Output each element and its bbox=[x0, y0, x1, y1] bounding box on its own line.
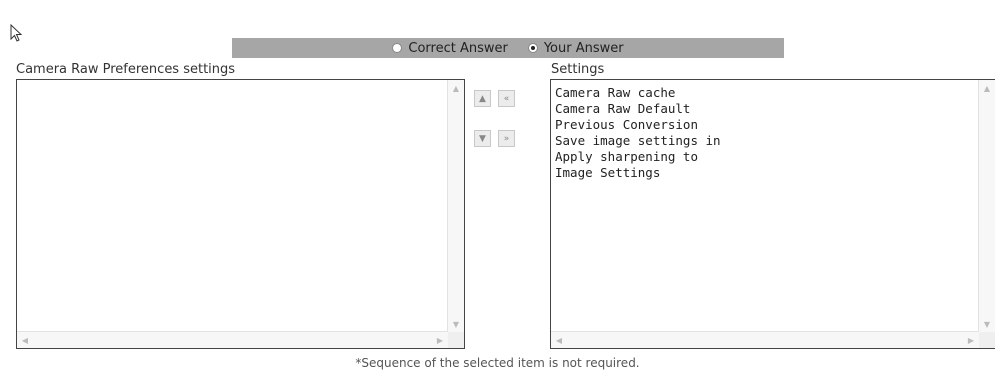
move-all-right-button[interactable]: » bbox=[498, 130, 515, 147]
scroll-down-icon[interactable]: ▼ bbox=[449, 317, 463, 331]
right-scroll-corner bbox=[979, 332, 995, 348]
footnote-text: *Sequence of the selected item is not re… bbox=[355, 356, 640, 370]
right-horizontal-scrollbar[interactable]: ◀ ▶ bbox=[551, 331, 979, 348]
selected-items-list: Camera Raw cache Camera Raw Default Previo… bbox=[553, 82, 978, 331]
your-answer-radio[interactable] bbox=[527, 43, 538, 53]
list-item[interactable]: Previous Conversion bbox=[555, 117, 976, 133]
scroll-down-icon[interactable]: ▼ bbox=[980, 317, 994, 331]
your-answer-option[interactable]: Your Answer bbox=[527, 40, 624, 56]
left-panel-label: Camera Raw Preferences settings bbox=[16, 62, 236, 77]
move-all-left-button[interactable]: « bbox=[498, 90, 515, 107]
scroll-left-icon[interactable]: ◀ bbox=[552, 333, 566, 347]
scroll-up-icon[interactable]: ▲ bbox=[449, 81, 463, 95]
available-items-listbox[interactable]: ▲ ▼ ◀ ▶ bbox=[16, 79, 465, 349]
answer-toggle-bar: Correct Answer Your Answer bbox=[232, 38, 784, 58]
left-scroll-corner bbox=[448, 332, 464, 348]
correct-answer-radio[interactable] bbox=[392, 43, 403, 53]
left-vertical-scrollbar[interactable]: ▲ ▼ bbox=[447, 80, 464, 332]
list-item[interactable]: Camera Raw Default bbox=[555, 101, 976, 117]
move-up-button[interactable]: ▲ bbox=[474, 90, 491, 107]
list-item[interactable]: Image Settings bbox=[555, 165, 976, 181]
correct-answer-label: Correct Answer bbox=[408, 40, 508, 56]
scroll-up-icon[interactable]: ▲ bbox=[980, 81, 994, 95]
scroll-left-icon[interactable]: ◀ bbox=[18, 333, 32, 347]
list-item[interactable]: Camera Raw cache bbox=[555, 85, 976, 101]
scroll-right-icon[interactable]: ▶ bbox=[964, 333, 978, 347]
right-panel-label: Settings bbox=[551, 62, 605, 77]
scroll-right-icon[interactable]: ▶ bbox=[433, 333, 447, 347]
move-down-button[interactable]: ▼ bbox=[474, 130, 491, 147]
left-horizontal-scrollbar[interactable]: ◀ ▶ bbox=[17, 331, 448, 348]
your-answer-label: Your Answer bbox=[543, 40, 624, 56]
list-item[interactable]: Save image settings in bbox=[555, 133, 976, 149]
list-item[interactable]: Apply sharpening to bbox=[555, 149, 976, 165]
mouse-cursor-icon bbox=[10, 24, 23, 42]
right-vertical-scrollbar[interactable]: ▲ ▼ bbox=[978, 80, 995, 332]
correct-answer-option[interactable]: Correct Answer bbox=[392, 40, 508, 56]
selected-items-listbox[interactable]: Camera Raw cache Camera Raw Default Previo… bbox=[550, 79, 995, 349]
available-items-list bbox=[19, 82, 447, 331]
